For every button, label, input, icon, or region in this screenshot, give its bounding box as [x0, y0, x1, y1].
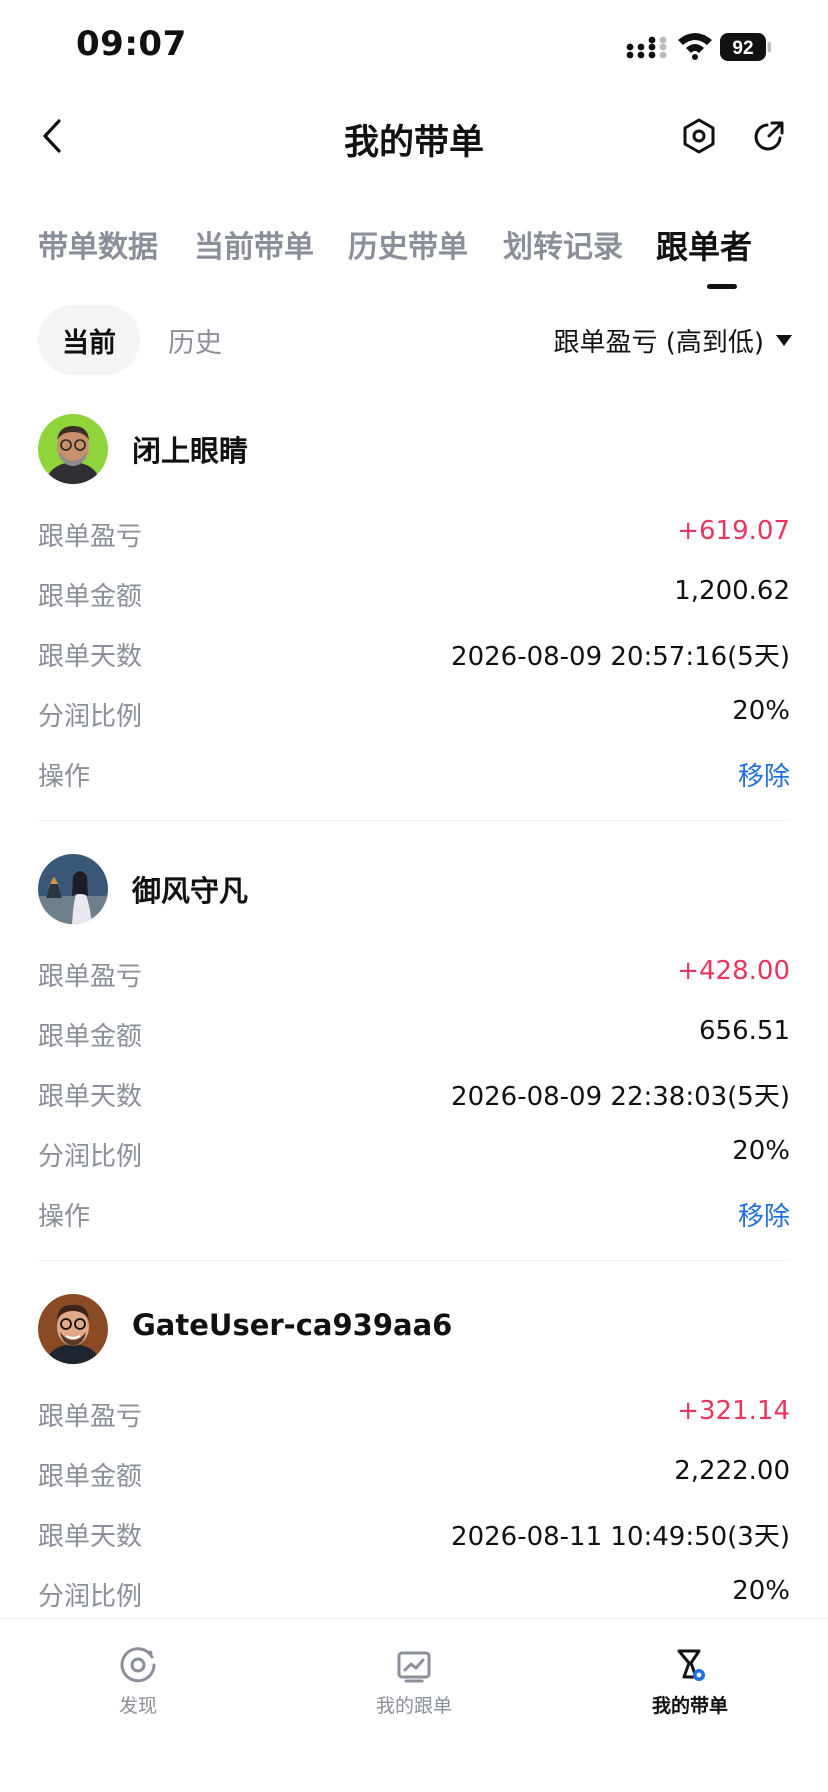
days-value: 2026-08-11 10:49:50(3天) — [451, 1522, 790, 1552]
share-label: 分润比例 — [38, 1142, 143, 1172]
bottom-nav: 发现 我的跟单 我的带单 — [0, 1618, 828, 1792]
share-row: 分润比例 20% — [38, 696, 790, 736]
active-tab-indicator — [707, 284, 737, 289]
battery-icon: 92 — [720, 33, 771, 61]
remove-button[interactable]: 移除 — [738, 1196, 790, 1233]
share-row: 分润比例 20% — [38, 1136, 790, 1176]
chart-icon — [397, 1651, 431, 1683]
nav-discover[interactable]: 发现 — [58, 1645, 218, 1729]
avatar[interactable] — [38, 854, 108, 924]
share-button[interactable] — [746, 113, 792, 159]
sort-label: 跟单盈亏 (高到低) — [553, 327, 764, 358]
sub-tabs: 当前 历史 跟单盈亏 (高到低) — [0, 305, 828, 375]
lead-trade-icon — [677, 1649, 705, 1681]
nav-my-lead-label: 我的带单 — [651, 1695, 728, 1717]
days-row: 跟单天数 2026-08-11 10:49:50(3天) — [38, 1516, 790, 1556]
follower-name: 御风守凡 — [132, 874, 249, 908]
amount-value: 656.51 — [699, 1016, 790, 1046]
amount-row: 跟单金额 656.51 — [38, 1016, 790, 1056]
settings-button[interactable] — [676, 113, 722, 159]
subtab-history[interactable]: 历史 — [160, 305, 230, 375]
discover-icon — [120, 1647, 156, 1683]
avatar[interactable] — [38, 414, 108, 484]
follower-card: 闭上眼睛 跟单盈亏 +619.07 跟单金额 1,200.62 跟单天数 202… — [38, 414, 790, 821]
share-label: 分润比例 — [38, 1582, 143, 1612]
avatar-man-glasses-icon — [38, 414, 108, 484]
divider — [38, 1260, 790, 1261]
follower-card: GateUser-ca939aa6 跟单盈亏 +321.14 跟单金额 2,22… — [38, 1294, 790, 1614]
avatar-man-smiling-icon — [38, 1294, 108, 1364]
pnl-row: 跟单盈亏 +321.14 — [38, 1396, 790, 1436]
share-value: 20% — [732, 1136, 790, 1166]
amount-value: 1,200.62 — [674, 576, 790, 606]
tab-lead-data[interactable]: 带单数据 — [38, 222, 158, 266]
share-value: 20% — [732, 1576, 790, 1606]
main-tabs: 带单数据 当前带单 历史带单 划转记录 跟单者 — [0, 222, 828, 292]
tab-history-lead[interactable]: 历史带单 — [348, 222, 468, 266]
status-time: 09:07 — [76, 24, 187, 64]
cellular-signal-icon — [626, 36, 667, 59]
pnl-label: 跟单盈亏 — [38, 522, 143, 552]
pnl-label: 跟单盈亏 — [38, 962, 143, 992]
nav-my-copy[interactable]: 我的跟单 — [334, 1645, 494, 1729]
pnl-value: +428.00 — [677, 956, 790, 986]
follower-card: 御风守凡 跟单盈亏 +428.00 跟单金额 656.51 跟单天数 2026-… — [38, 854, 790, 1261]
action-label: 操作 — [38, 1202, 91, 1232]
nav-my-copy-label: 我的跟单 — [375, 1695, 452, 1717]
status-bar: 09:07 92 — [0, 0, 828, 96]
follower-header: 御风守凡 — [38, 854, 790, 924]
action-row: 操作 移除 — [38, 1196, 790, 1236]
app-header: 我的带单 — [0, 100, 828, 172]
tab-followers[interactable]: 跟单者 — [656, 222, 752, 268]
amount-label: 跟单金额 — [38, 1022, 143, 1052]
amount-label: 跟单金额 — [38, 582, 143, 612]
pnl-value: +321.14 — [677, 1396, 790, 1426]
share-value: 20% — [732, 696, 790, 726]
pnl-label: 跟单盈亏 — [38, 1402, 143, 1432]
share-row: 分润比例 20% — [38, 1576, 790, 1616]
share-label: 分润比例 — [38, 702, 143, 732]
settings-icon — [683, 118, 715, 154]
amount-label: 跟单金额 — [38, 1462, 143, 1492]
days-label: 跟单天数 — [38, 1082, 143, 1112]
pnl-value: +619.07 — [677, 516, 790, 546]
avatar-scenery-icon — [38, 854, 108, 924]
action-label: 操作 — [38, 762, 91, 792]
pnl-row: 跟单盈亏 +428.00 — [38, 956, 790, 996]
days-label: 跟单天数 — [38, 1522, 143, 1552]
days-label: 跟单天数 — [38, 642, 143, 672]
days-value: 2026-08-09 22:38:03(5天) — [451, 1082, 790, 1112]
days-value: 2026-08-09 20:57:16(5天) — [451, 642, 790, 672]
remove-button[interactable]: 移除 — [738, 756, 790, 793]
follower-header: 闭上眼睛 — [38, 414, 790, 484]
wifi-icon — [678, 33, 712, 60]
divider — [38, 820, 790, 821]
action-row: 操作 移除 — [38, 756, 790, 796]
nav-discover-label: 发现 — [118, 1695, 157, 1717]
tab-current-lead[interactable]: 当前带单 — [194, 222, 314, 266]
sort-dropdown[interactable]: 跟单盈亏 (高到低) — [530, 305, 792, 375]
share-icon — [754, 121, 784, 151]
follower-name: 闭上眼睛 — [132, 434, 249, 468]
subtab-current[interactable]: 当前 — [38, 305, 140, 375]
amount-row: 跟单金额 2,222.00 — [38, 1456, 790, 1496]
caret-down-icon — [776, 334, 792, 346]
battery-level: 92 — [732, 38, 753, 59]
avatar[interactable] — [38, 1294, 108, 1364]
tab-transfer-records[interactable]: 划转记录 — [503, 222, 623, 266]
pnl-row: 跟单盈亏 +619.07 — [38, 516, 790, 556]
amount-row: 跟单金额 1,200.62 — [38, 576, 790, 616]
amount-value: 2,222.00 — [674, 1456, 790, 1486]
follower-header: GateUser-ca939aa6 — [38, 1294, 790, 1364]
days-row: 跟单天数 2026-08-09 22:38:03(5天) — [38, 1076, 790, 1116]
follower-name: GateUser-ca939aa6 — [132, 1308, 453, 1342]
nav-my-lead[interactable]: 我的带单 — [610, 1645, 770, 1729]
days-row: 跟单天数 2026-08-09 20:57:16(5天) — [38, 636, 790, 676]
